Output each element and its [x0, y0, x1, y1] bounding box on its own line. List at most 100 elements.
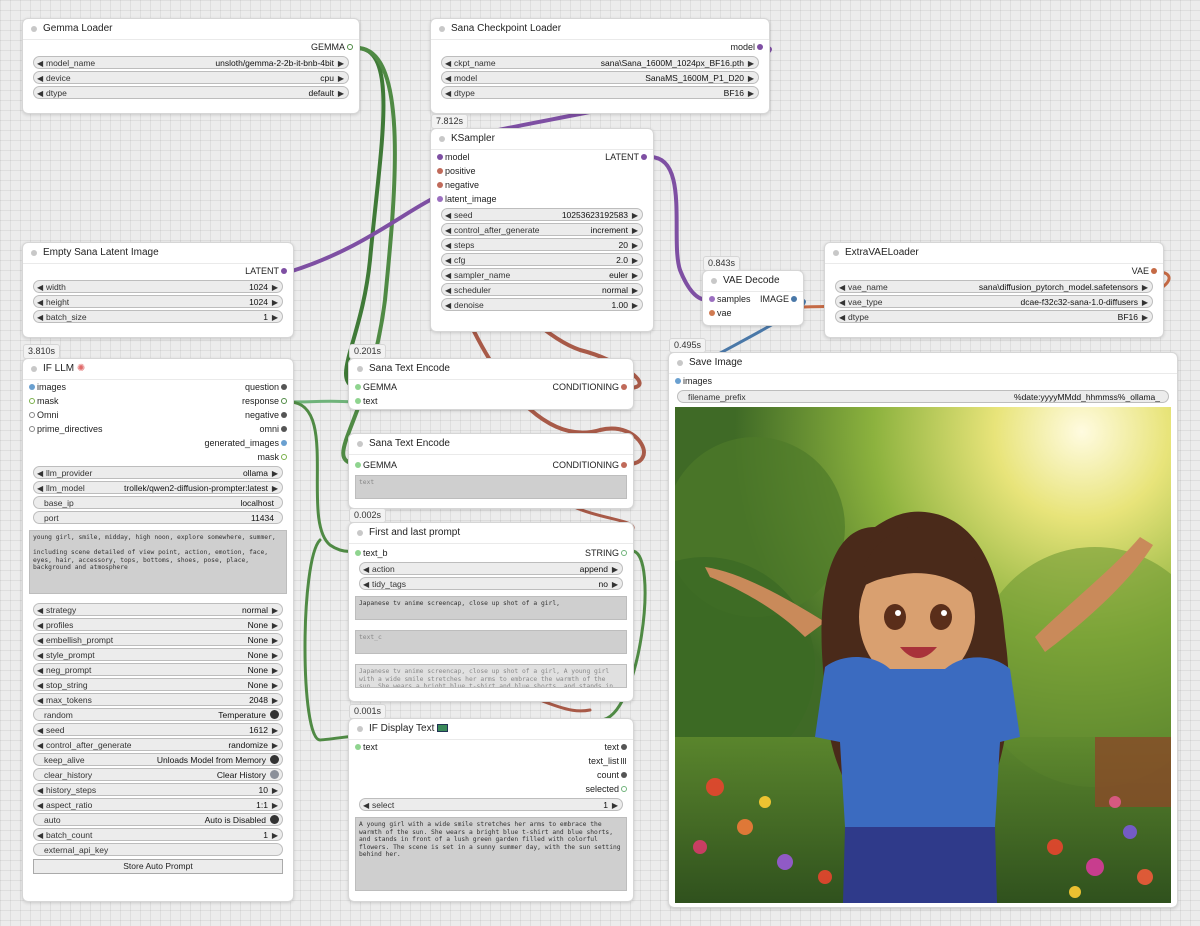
result-textarea[interactable]: Japanese tv anime screencap, close up sh…	[355, 664, 627, 688]
input-slot-icon[interactable]	[675, 378, 681, 384]
arrow-left-icon[interactable]: ◀	[445, 254, 451, 265]
output-slot-icon[interactable]	[281, 268, 287, 274]
arrow-right-icon[interactable]: ▶	[272, 634, 278, 645]
combo-widget[interactable]: ◀ llm_provider ollama ▶	[33, 466, 283, 479]
output-slot-icon[interactable]	[281, 454, 287, 460]
list-slot-icon[interactable]	[621, 758, 627, 764]
arrow-left-icon[interactable]: ◀	[37, 634, 43, 645]
arrow-left-icon[interactable]: ◀	[363, 563, 369, 574]
arrow-left-icon[interactable]: ◀	[37, 739, 43, 750]
combo-widget[interactable]: ◀ stop_string None ▶	[33, 678, 283, 691]
number-widget[interactable]: ◀ max_tokens 2048 ▶	[33, 693, 283, 706]
arrow-left-icon[interactable]: ◀	[37, 619, 43, 630]
number-widget[interactable]: ◀ batch_size 1 ▶	[33, 310, 283, 323]
input-slot-icon[interactable]	[437, 168, 443, 174]
combo-widget[interactable]: ◀ control_after_generate randomize ▶	[33, 738, 283, 751]
input-slot-icon[interactable]	[709, 310, 715, 316]
arrow-right-icon[interactable]: ▶	[632, 224, 638, 235]
output-slot-icon[interactable]	[281, 384, 287, 390]
input-slot-icon[interactable]	[709, 296, 715, 302]
number-widget[interactable]: ◀ denoise 1.00 ▶	[441, 298, 643, 311]
text-a-textarea[interactable]: Japanese tv anime screencap, close up sh…	[355, 596, 627, 620]
combo-widget[interactable]: ◀ strategy normal ▶	[33, 603, 283, 616]
arrow-right-icon[interactable]: ▶	[1142, 311, 1148, 322]
arrow-right-icon[interactable]: ▶	[272, 482, 278, 493]
arrow-right-icon[interactable]: ▶	[632, 299, 638, 310]
if-display-text-node[interactable]: 0.001s IF Display Text text text text_lis…	[348, 704, 634, 902]
output-slot-icon[interactable]	[281, 412, 287, 418]
api-key-field[interactable]: external_api_key	[33, 843, 283, 856]
sana-checkpoint-loader-node[interactable]: Sana Checkpoint Loader model ◀ ckpt_name s…	[430, 18, 770, 114]
arrow-left-icon[interactable]: ◀	[37, 87, 43, 98]
arrow-left-icon[interactable]: ◀	[37, 784, 43, 795]
arrow-left-icon[interactable]: ◀	[445, 72, 451, 83]
number-widget[interactable]: ◀ width 1024 ▶	[33, 280, 283, 293]
combo-widget[interactable]: ◀ device cpu ▶	[33, 71, 349, 84]
text-field[interactable]: base_ip localhost	[33, 496, 283, 509]
if-llm-node[interactable]: 3.810s IF LLM ✺ images question mask respo…	[22, 344, 294, 902]
number-widget[interactable]: ◀ seed 10253623192583 ▶	[441, 208, 643, 221]
arrow-left-icon[interactable]: ◀	[445, 87, 451, 98]
output-slot-icon[interactable]	[621, 550, 627, 556]
arrow-left-icon[interactable]: ◀	[37, 482, 43, 493]
arrow-right-icon[interactable]: ▶	[272, 467, 278, 478]
arrow-right-icon[interactable]: ▶	[632, 269, 638, 280]
arrow-right-icon[interactable]: ▶	[272, 281, 278, 292]
toggle-knob-icon[interactable]	[270, 815, 279, 824]
sana-text-encode-node[interactable]: 0.201s Sana Text Encode GEMMA CONDITIONIN…	[348, 344, 634, 410]
output-slot-icon[interactable]	[621, 772, 627, 778]
display-textarea[interactable]: A young girl with a wide smile stretches…	[355, 817, 627, 891]
arrow-left-icon[interactable]: ◀	[445, 284, 451, 295]
first-last-prompt-node[interactable]: 0.002s First and last prompt text_b STRIN…	[348, 508, 634, 702]
arrow-right-icon[interactable]: ▶	[632, 254, 638, 265]
arrow-left-icon[interactable]: ◀	[445, 239, 451, 250]
arrow-right-icon[interactable]: ▶	[272, 784, 278, 795]
arrow-right-icon[interactable]: ▶	[272, 664, 278, 675]
empty-sana-latent-node[interactable]: Empty Sana Latent Image LATENT ◀ width 102…	[22, 242, 294, 338]
number-widget[interactable]: ◀ seed 1612 ▶	[33, 723, 283, 736]
combo-widget[interactable]: ◀ embellish_prompt None ▶	[33, 633, 283, 646]
input-slot-icon[interactable]	[355, 384, 361, 390]
input-slot-icon[interactable]	[29, 384, 35, 390]
arrow-right-icon[interactable]: ▶	[748, 72, 754, 83]
filename-prefix-field[interactable]: filename_prefix %date:yyyyMMdd_hhmmss%_ol…	[677, 390, 1169, 403]
output-slot-icon[interactable]	[1151, 268, 1157, 274]
arrow-left-icon[interactable]: ◀	[363, 578, 369, 589]
arrow-right-icon[interactable]: ▶	[612, 578, 618, 589]
combo-widget[interactable]: ◀ action append ▶	[359, 562, 623, 575]
arrow-left-icon[interactable]: ◀	[445, 57, 451, 68]
arrow-right-icon[interactable]: ▶	[272, 679, 278, 690]
arrow-left-icon[interactable]: ◀	[445, 209, 451, 220]
combo-widget[interactable]: ◀ model SanaMS_1600M_P1_D20 ▶	[441, 71, 759, 84]
toggle-knob-icon[interactable]	[270, 770, 279, 779]
input-slot-icon[interactable]	[437, 154, 443, 160]
input-slot-icon[interactable]	[29, 426, 35, 432]
arrow-right-icon[interactable]: ▶	[612, 563, 618, 574]
arrow-right-icon[interactable]: ▶	[272, 829, 278, 840]
prompt-textarea[interactable]: young girl, smile, midday, high noon, ex…	[29, 530, 287, 594]
combo-widget[interactable]: ◀ dtype BF16 ▶	[441, 86, 759, 99]
toggle-knob-icon[interactable]	[270, 710, 279, 719]
arrow-left-icon[interactable]: ◀	[37, 296, 43, 307]
combo-widget[interactable]: ◀ sampler_name euler ▶	[441, 268, 643, 281]
arrow-right-icon[interactable]: ▶	[612, 799, 618, 810]
input-slot-icon[interactable]	[437, 182, 443, 188]
combo-widget[interactable]: ◀ scheduler normal ▶	[441, 283, 643, 296]
arrow-left-icon[interactable]: ◀	[37, 604, 43, 615]
arrow-left-icon[interactable]: ◀	[839, 296, 845, 307]
combo-widget[interactable]: ◀ aspect_ratio 1:1 ▶	[33, 798, 283, 811]
input-slot-icon[interactable]	[29, 398, 35, 404]
arrow-left-icon[interactable]: ◀	[37, 311, 43, 322]
arrow-right-icon[interactable]: ▶	[272, 724, 278, 735]
combo-widget[interactable]: ◀ vae_name sana\diffusion_pytorch_model.sa…	[835, 280, 1153, 293]
arrow-right-icon[interactable]: ▶	[272, 619, 278, 630]
output-slot-icon[interactable]	[621, 384, 627, 390]
output-slot-icon[interactable]	[621, 462, 627, 468]
toggle-clear-history[interactable]: clear_history Clear History	[33, 768, 283, 781]
arrow-left-icon[interactable]: ◀	[37, 57, 43, 68]
arrow-right-icon[interactable]: ▶	[272, 799, 278, 810]
arrow-right-icon[interactable]: ▶	[1142, 281, 1148, 292]
arrow-left-icon[interactable]: ◀	[37, 829, 43, 840]
number-widget[interactable]: ◀ height 1024 ▶	[33, 295, 283, 308]
arrow-left-icon[interactable]: ◀	[363, 799, 369, 810]
